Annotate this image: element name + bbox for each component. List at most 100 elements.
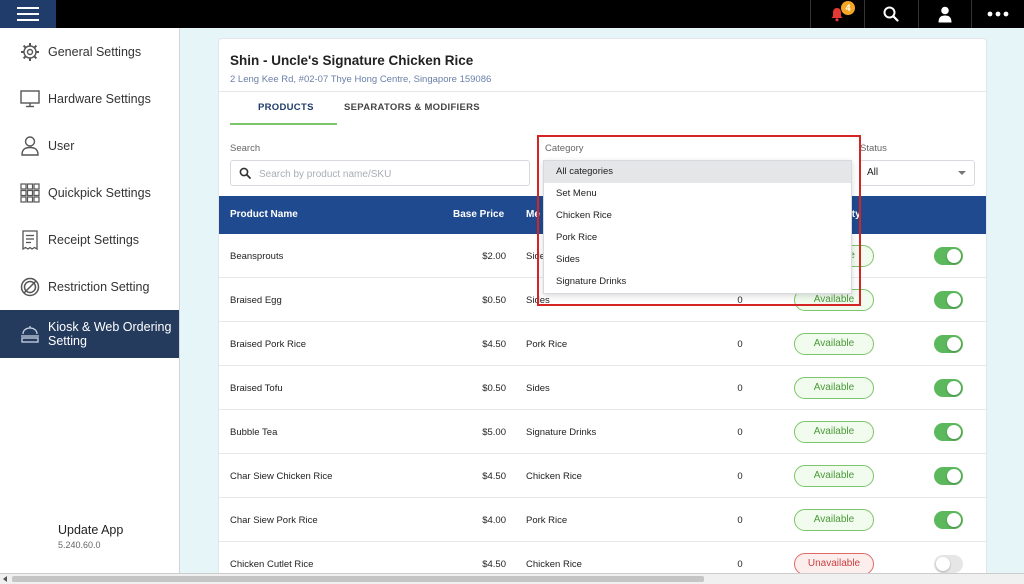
search-button[interactable] <box>864 0 916 28</box>
toggle-knob <box>936 557 950 571</box>
table-row[interactable]: Braised Pork Rice $4.50 Pork Rice 0 Avai… <box>219 322 986 366</box>
status-badge[interactable]: Available <box>794 509 874 531</box>
kiosk-icon <box>19 323 41 345</box>
receipt-icon <box>19 229 41 251</box>
search-icon <box>239 167 251 179</box>
sidebar-item-label: Hardware Settings <box>48 91 151 106</box>
status-badge[interactable]: Unavailable <box>794 553 874 575</box>
table-row[interactable]: Char Siew Chicken Rice $4.50 Chicken Ric… <box>219 454 986 498</box>
column-header-base-price[interactable]: Base Price <box>453 209 504 220</box>
table-row[interactable]: Char Siew Pork Rice $4.00 Pork Rice 0 Av… <box>219 498 986 542</box>
search-label: Search <box>230 143 261 154</box>
enable-toggle[interactable] <box>934 335 963 353</box>
sidebar-item-kiosk-web-ordering[interactable]: Kiosk & Web Ordering Setting <box>0 310 179 358</box>
product-quantity: 0 <box>737 515 743 526</box>
toggle-knob <box>947 513 961 527</box>
product-price: $4.00 <box>482 515 506 526</box>
product-name: Char Siew Pork Rice <box>230 515 318 526</box>
gear-icon <box>19 41 41 63</box>
status-badge[interactable]: Available <box>794 377 874 399</box>
product-name: Braised Pork Rice <box>230 339 307 350</box>
product-price: $0.50 <box>482 383 506 394</box>
enable-toggle[interactable] <box>934 467 963 485</box>
sidebar-item-quickpick-settings[interactable]: Quickpick Settings <box>0 169 179 216</box>
sidebar-item-receipt-settings[interactable]: Receipt Settings <box>0 216 179 263</box>
product-name: Braised Tofu <box>230 383 283 394</box>
hamburger-menu-button[interactable] <box>0 0 56 28</box>
product-quantity: 0 <box>737 427 743 438</box>
product-quantity: 0 <box>737 559 743 570</box>
settings-sidebar: General Settings Hardware Settings User … <box>0 28 180 573</box>
update-app-section[interactable]: Update App 5.240.60.0 <box>58 523 123 550</box>
product-quantity: 0 <box>737 383 743 394</box>
product-price: $4.50 <box>482 339 506 350</box>
product-price: $5.00 <box>482 427 506 438</box>
toggle-knob <box>947 293 961 307</box>
notifications-button[interactable]: 4 <box>810 0 862 28</box>
enable-toggle[interactable] <box>934 291 963 309</box>
enable-toggle[interactable] <box>934 423 963 441</box>
active-tab-indicator <box>230 123 337 125</box>
product-name: Char Siew Chicken Rice <box>230 471 333 482</box>
tab-separators-modifiers[interactable]: SEPARATORS & MODIFIERS <box>344 102 480 113</box>
toggle-knob <box>947 469 961 483</box>
product-price: $4.50 <box>482 559 506 570</box>
restriction-icon <box>19 276 41 298</box>
store-name: Shin - Uncle's Signature Chicken Rice <box>230 53 474 68</box>
status-badge[interactable]: Available <box>794 333 874 355</box>
horizontal-scrollbar[interactable] <box>0 573 1024 584</box>
header-divider <box>219 91 986 92</box>
product-price: $2.00 <box>482 251 506 262</box>
sidebar-item-user[interactable]: User <box>0 122 179 169</box>
scrollbar-thumb[interactable] <box>12 576 704 582</box>
status-selected-value: All <box>867 167 879 178</box>
notification-badge: 4 <box>841 1 855 15</box>
sidebar-item-hardware-settings[interactable]: Hardware Settings <box>0 75 179 122</box>
status-label: Status <box>860 143 887 154</box>
more-options-button[interactable] <box>971 0 1023 28</box>
status-badge[interactable]: Available <box>794 465 874 487</box>
status-select[interactable]: All <box>859 160 975 186</box>
product-quantity: 0 <box>737 339 743 350</box>
sidebar-item-label: Restriction Setting <box>48 279 150 294</box>
enable-toggle[interactable] <box>934 555 963 573</box>
product-category: Pork Rice <box>526 515 568 526</box>
category-highlight-annotation <box>537 135 861 306</box>
update-app-title: Update App <box>58 523 124 537</box>
sidebar-item-label: Quickpick Settings <box>48 185 151 200</box>
search-input[interactable] <box>259 165 519 183</box>
product-category: Pork Rice <box>526 339 568 350</box>
toggle-knob <box>947 249 961 263</box>
product-name: Beansprouts <box>230 251 284 262</box>
tab-products[interactable]: PRODUCTS <box>258 102 314 113</box>
user-account-button[interactable] <box>918 0 970 28</box>
table-row[interactable]: Bubble Tea $5.00 Signature Drinks 0 Avai… <box>219 410 986 454</box>
hamburger-icon-line <box>17 7 39 9</box>
sidebar-item-label: General Settings <box>48 44 142 59</box>
enable-toggle[interactable] <box>934 379 963 397</box>
table-row[interactable]: Braised Tofu $0.50 Sides 0 Available <box>219 366 986 410</box>
enable-toggle[interactable] <box>934 247 963 265</box>
sidebar-item-general-settings[interactable]: General Settings <box>0 28 179 75</box>
app-version: 5.240.60.0 <box>58 540 101 550</box>
product-name: Chicken Cutlet Rice <box>230 559 314 570</box>
products-card: Shin - Uncle's Signature Chicken Rice 2 … <box>218 38 987 578</box>
scroll-left-arrow-icon[interactable] <box>3 576 7 582</box>
search-field[interactable] <box>230 160 530 186</box>
user-icon <box>19 135 41 157</box>
toggle-knob <box>947 425 961 439</box>
chevron-down-icon <box>958 171 966 175</box>
product-price: $0.50 <box>482 295 506 306</box>
sidebar-item-label: Receipt Settings <box>48 232 140 247</box>
column-header-product-name[interactable]: Product Name <box>230 209 298 220</box>
product-quantity: 0 <box>737 471 743 482</box>
hamburger-icon-line <box>17 13 39 15</box>
product-category: Chicken Rice <box>526 471 582 482</box>
enable-toggle[interactable] <box>934 511 963 529</box>
sidebar-item-label: Kiosk & Web Ordering Setting <box>48 320 172 348</box>
sidebar-item-restriction-setting[interactable]: Restriction Setting <box>0 263 179 310</box>
product-name: Bubble Tea <box>230 427 278 438</box>
product-name: Braised Egg <box>230 295 282 306</box>
product-category: Signature Drinks <box>526 427 597 438</box>
status-badge[interactable]: Available <box>794 421 874 443</box>
